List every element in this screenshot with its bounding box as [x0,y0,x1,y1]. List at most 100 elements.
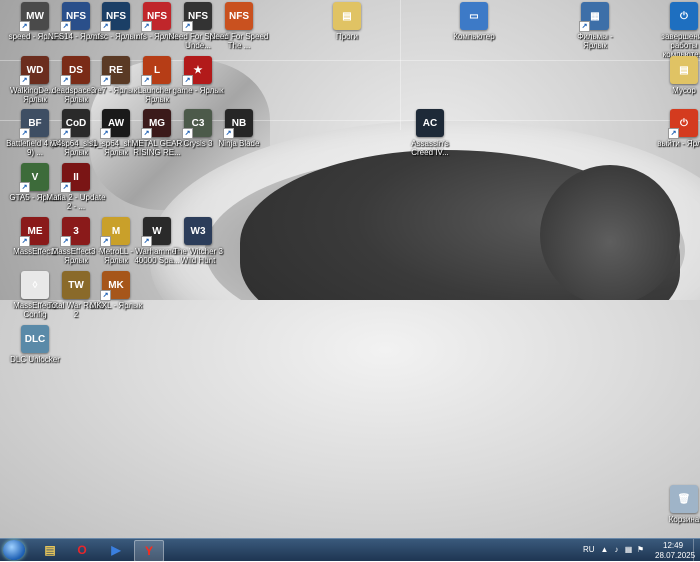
walkingdead-icon: WD ↗ [19,56,49,86]
shortcut-arrow-icon: ↗ [60,236,71,247]
start-button[interactable] [3,540,25,560]
clock-time[interactable]: 12:49 [663,541,683,550]
icon-glyph: ▦ [590,10,600,22]
desktop-icon-label: Assassin's Creed IV... [411,139,449,157]
dlc-unlocker-icon: DLC [21,325,49,353]
icon-glyph: II [73,171,79,183]
icon-glyph: AW [107,117,125,129]
shortcut-arrow-icon: ↗ [141,21,152,32]
app-taskbar-icon[interactable]: ▶ [102,540,130,560]
witcher3-icon: W3 [184,217,212,245]
masseffect2-icon: ME ↗ [19,217,49,247]
shortcut-arrow-icon: ↗ [60,128,71,139]
desktop-icon-mkxl[interactable]: MK ↗ MKXL - Ярлык [86,271,146,310]
shortcut-arrow-icon: ↗ [182,128,193,139]
icon-glyph: L [153,64,161,76]
desktop-icon-label: The Witcher 3 Wild Hunt [173,247,223,265]
shortcut-arrow-icon: ↗ [60,75,71,86]
network-icon[interactable]: ▦ [624,545,633,554]
volume-icon[interactable]: ♪ [612,545,621,554]
icon-glyph: ⏻ [680,10,688,22]
desktop-icon-shutdown[interactable]: ⏻ завершение работы компьюте... [654,2,700,59]
opera-taskbar-icon[interactable]: O [68,540,96,560]
shortcut-arrow-icon: ↗ [182,75,193,86]
icon-glyph: W3 [190,225,206,237]
flag-icon[interactable]: ⚑ [636,545,645,554]
icon-glyph: ★ [193,64,203,76]
desktop-icon-nfs-the-run[interactable]: NFS Need For Speed The ... [209,2,269,50]
icon-glyph: DLC [24,333,46,345]
re7-icon: RE ↗ [100,56,130,86]
clock-date[interactable]: 28.07.2025 [655,551,695,560]
desktop-icon-assassins-creed[interactable]: AC Assassin's Creed IV... [400,109,460,157]
shortcut-arrow-icon: ↗ [100,290,111,301]
wallpaper-sink-front [0,300,700,538]
language-indicator[interactable]: RU [583,545,595,554]
icon-glyph: MG [148,117,166,129]
desktop-icon-musor-folder[interactable]: ▤ Мусор [654,56,700,95]
desktop-icon-computer[interactable]: ▭ Компьютер [444,2,504,41]
icon-glyph: NFS [106,10,126,22]
wallpaper-cat-head [540,165,680,305]
desktop-icon-recycle-bin[interactable]: 🗑 Корзина [654,485,700,524]
icon-glyph: NB [231,117,247,129]
desktop-icon-label: game - Ярлык [172,86,224,95]
desktop-icon-label: Мусор [672,86,696,95]
metro-icon: M ↗ [100,217,130,247]
shortcut-arrow-icon: ↗ [19,182,30,193]
crysis3-icon: C3 ↗ [182,109,212,139]
shortcut-arrow-icon: ↗ [579,21,590,32]
s1-ship-icon: AW ↗ [100,109,130,139]
icon-glyph: 3 [73,225,79,237]
desktop-icon-label: Фильмы - Ярлык [577,32,613,50]
icon-glyph: AC [422,117,438,129]
taskbar: ▤ O ▶ Y RU ▲ ♪ ▦ ⚑ 12:49 28.07.2025 [0,538,700,562]
shortcut-arrow-icon: ↗ [223,128,234,139]
icon-glyph: NFS [66,10,86,22]
desktop-icon-witcher3[interactable]: W3 The Witcher 3 Wild Hunt [168,217,228,265]
icon-glyph: ⏻ [680,117,688,129]
reboot-icon: ⏻ ↗ [668,109,698,139]
desktop-icon-ninja-blade[interactable]: NB ↗ Ninja Blade [209,109,269,148]
desktop-icon-label: Проги [335,32,359,41]
desktop-icon-mafia2[interactable]: II ↗ Mafia 2 - Update 2 - ... [46,163,106,211]
icon-glyph: ◊ [32,279,38,291]
me2-config-icon: ◊ [21,271,49,299]
shutdown-icon: ⏻ [670,2,698,30]
shortcut-arrow-icon: ↗ [182,21,193,32]
icon-glyph: ME [27,225,43,237]
yandex-taskbar-icon[interactable]: Y [134,540,164,562]
desktop-icon-dlc-unlocker[interactable]: DLC DLC Unlocker [5,325,65,364]
shortcut-arrow-icon: ↗ [19,21,30,32]
icon-glyph: NFS [188,10,208,22]
icon-glyph: MK [108,279,124,291]
desktop-icon-reboot[interactable]: ⏻↗выйти - Ярлык [654,109,700,148]
desktop-icon-progi-folder[interactable]: ▤ Проги [317,2,377,41]
desktop-icon-label: DLC Unlocker [10,355,60,364]
icon-glyph: MW [26,10,44,22]
desktop-icon-game[interactable]: ★ ↗ game - Ярлык [168,56,228,95]
nfs-icon: NFS ↗ [141,2,171,32]
shortcut-arrow-icon: ↗ [100,236,111,247]
icon-glyph: DS [69,64,83,76]
assassins-creed-icon: AC [416,109,444,137]
show-desktop-button[interactable] [693,539,700,561]
films-icon: ▦ ↗ [579,2,609,32]
explorer-taskbar-icon[interactable]: ▤ [36,540,64,560]
mkxl-icon: MK ↗ [100,271,130,301]
nfs-the-run-icon: NFS [225,2,253,30]
battlefield4-icon: BF ↗ [19,109,49,139]
shortcut-arrow-icon: ↗ [19,75,30,86]
icon-glyph: W [152,225,162,237]
desktop-icon-films[interactable]: ▦ ↗ Фильмы - Ярлык [565,2,625,50]
desktop: MW ↗ speed - Ярлык NFS ↗ NFS14 - Ярлык NFS ↗ nfs… [0,0,700,538]
desktop-icon-label: Mafia 2 - Update 2 - ... [46,193,106,211]
tray-expand-icon[interactable]: ▲ [600,545,609,554]
desktop-icon-label: Компьютер [453,32,495,41]
warhammer-icon: W ↗ [141,217,171,247]
desktop-icon-label: Need For Speed The ... [209,32,269,50]
desktop-icon-label: Ninja Blade [218,139,260,148]
shortcut-arrow-icon: ↗ [100,21,111,32]
icon-glyph: 🗑 [677,493,691,505]
shortcut-arrow-icon: ↗ [19,236,30,247]
